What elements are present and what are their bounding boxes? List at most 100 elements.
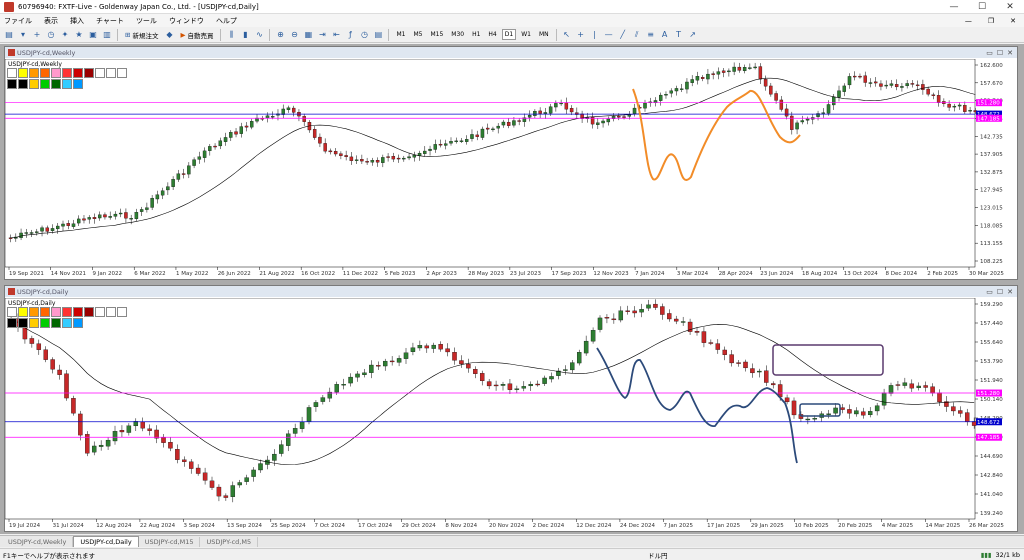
weekly-plot[interactable]: 162.600157.670152.740147.805142.735137.9… (4, 58, 1017, 279)
palette-swatch[interactable] (29, 68, 39, 78)
palette-swatch[interactable] (7, 68, 17, 78)
daily-maximize-icon[interactable]: ☐ (997, 288, 1003, 296)
palette-swatch[interactable] (40, 318, 50, 328)
weekly-close-icon[interactable]: ✕ (1007, 49, 1013, 57)
palette-swatch[interactable] (95, 307, 105, 317)
horizontal-line-icon[interactable]: — (603, 29, 615, 41)
palette-swatch[interactable] (62, 68, 72, 78)
palette-swatch[interactable] (73, 68, 83, 78)
weekly-maximize-icon[interactable]: ☐ (997, 49, 1003, 57)
palette-swatch[interactable] (29, 307, 39, 317)
candle-chart-icon[interactable]: ▮ (239, 29, 251, 41)
mdi-restore-icon[interactable]: ❐ (988, 17, 994, 25)
tf-h4[interactable]: H4 (485, 29, 499, 40)
trendline-icon[interactable]: ╱ (617, 29, 629, 41)
palette-swatch[interactable] (40, 307, 50, 317)
line-chart-icon[interactable]: ∿ (253, 29, 265, 41)
palette-swatch[interactable] (51, 318, 61, 328)
period-icon[interactable]: ◷ (358, 29, 370, 41)
tile-icon[interactable]: ▦ (302, 29, 314, 41)
palette-swatch[interactable] (51, 68, 61, 78)
menu-insert[interactable]: 挿入 (70, 16, 84, 26)
tf-d1[interactable]: D1 (501, 29, 517, 40)
tf-m5[interactable]: M5 (410, 29, 425, 40)
menu-tools[interactable]: ツール (136, 16, 157, 26)
crosshair-icon[interactable]: + (575, 29, 587, 41)
weekly-candle-chart[interactable]: 162.600157.670152.740147.805142.735137.9… (4, 58, 1017, 279)
shift-icon[interactable]: ⇤ (330, 29, 342, 41)
mdi-close-icon[interactable]: ✕ (1010, 17, 1016, 25)
tab-m5[interactable]: USDJPY-cd,M5 (200, 537, 259, 547)
tab-weekly[interactable]: USDJPY-cd,Weekly (2, 537, 74, 547)
palette-swatch[interactable] (84, 307, 94, 317)
palette-swatch[interactable] (62, 307, 72, 317)
palette-swatch[interactable] (18, 68, 28, 78)
market-watch-icon[interactable]: ◷ (45, 29, 57, 41)
channel-icon[interactable]: ⫽ (631, 29, 643, 41)
label-icon[interactable]: T (673, 29, 685, 41)
autoscroll-icon[interactable]: ⇥ (316, 29, 328, 41)
menu-file[interactable]: ファイル (4, 16, 32, 26)
tf-m30[interactable]: M30 (448, 29, 467, 40)
tester-icon[interactable]: ▥ (101, 29, 113, 41)
minimize-icon[interactable]: — (940, 0, 968, 14)
palette-swatch[interactable] (18, 307, 28, 317)
daily-minimize-icon[interactable]: ▭ (986, 288, 993, 296)
indicators-icon[interactable]: ƒ (344, 29, 356, 41)
palette-swatch[interactable] (117, 307, 127, 317)
palette-swatch[interactable] (73, 307, 83, 317)
palette-swatch[interactable] (51, 79, 61, 89)
templates-icon[interactable]: ▤ (372, 29, 384, 41)
daily-color-palette[interactable] (7, 307, 127, 328)
data-window-icon[interactable]: ✦ (59, 29, 71, 41)
new-chart-icon[interactable]: ▤ (3, 29, 15, 41)
zoom-in-icon[interactable]: ⊕ (274, 29, 286, 41)
palette-swatch[interactable] (73, 318, 83, 328)
tf-m15[interactable]: M15 (427, 29, 446, 40)
weekly-color-palette[interactable] (7, 68, 127, 89)
palette-swatch[interactable] (29, 79, 39, 89)
close-icon[interactable]: ✕ (996, 0, 1024, 14)
weekly-minimize-icon[interactable]: ▭ (986, 49, 993, 57)
palette-swatch[interactable] (18, 318, 28, 328)
zoom-out-icon[interactable]: ⊖ (288, 29, 300, 41)
palette-swatch[interactable] (29, 318, 39, 328)
text-icon[interactable]: A (659, 29, 671, 41)
palette-swatch[interactable] (106, 307, 116, 317)
palette-swatch[interactable] (84, 68, 94, 78)
palette-swatch[interactable] (62, 318, 72, 328)
bar-chart-icon[interactable]: ⫼ (225, 29, 237, 41)
profiles-icon[interactable]: ▾ (17, 29, 29, 41)
daily-plot[interactable]: 159.290 157.440 155.640 153.790 151.940 150.1… (4, 297, 1017, 531)
mdi-minimize-icon[interactable]: — (965, 17, 972, 25)
daily-close-icon[interactable]: ✕ (1007, 288, 1013, 296)
cursor-icon[interactable]: ↖ (561, 29, 573, 41)
palette-swatch[interactable] (73, 79, 83, 89)
palette-swatch[interactable] (106, 68, 116, 78)
daily-window-header[interactable]: USDJPY-cd,Daily ▭ ☐ ✕ (5, 286, 1017, 297)
palette-swatch[interactable] (51, 307, 61, 317)
auto-trading-button[interactable]: ▶ 自動売買 (177, 29, 216, 41)
menu-view[interactable]: 表示 (44, 16, 58, 26)
tf-mn[interactable]: MN (536, 29, 552, 40)
fibonacci-icon[interactable]: ≡ (645, 29, 657, 41)
metaeditor-icon[interactable]: ◆ (163, 29, 175, 41)
palette-swatch[interactable] (18, 79, 28, 89)
palette-swatch[interactable] (62, 79, 72, 89)
tf-m1[interactable]: M1 (393, 29, 408, 40)
menu-window[interactable]: ウィンドウ (169, 16, 204, 26)
tab-m15[interactable]: USDJPY-cd,M15 (139, 537, 201, 547)
palette-swatch[interactable] (7, 79, 17, 89)
menu-help[interactable]: ヘルプ (216, 16, 237, 26)
palette-swatch[interactable] (7, 318, 17, 328)
tf-h1[interactable]: H1 (469, 29, 483, 40)
terminal-icon[interactable]: ▣ (87, 29, 99, 41)
maximize-icon[interactable]: ☐ (968, 0, 996, 14)
navigator-icon[interactable]: ★ (73, 29, 85, 41)
palette-swatch[interactable] (95, 68, 105, 78)
add-icon[interactable]: + (31, 29, 43, 41)
palette-swatch[interactable] (40, 68, 50, 78)
palette-swatch[interactable] (7, 307, 17, 317)
arrows-icon[interactable]: ↗ (687, 29, 699, 41)
tab-daily[interactable]: USDJPY-cd,Daily (73, 536, 139, 547)
